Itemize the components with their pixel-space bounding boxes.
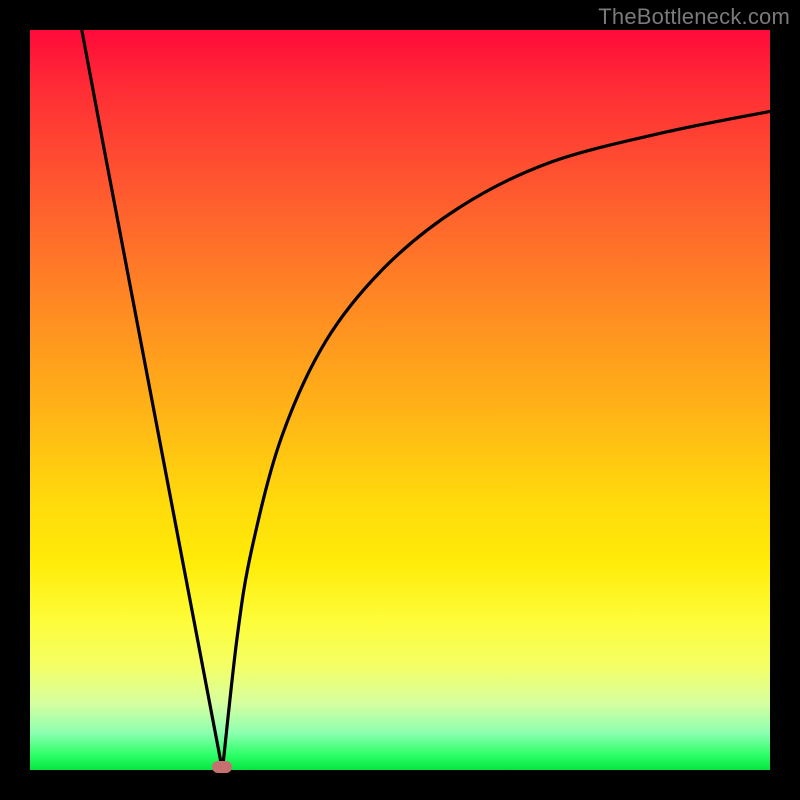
chart-frame: TheBottleneck.com	[0, 0, 800, 800]
curve-left-branch	[82, 30, 223, 770]
bottleneck-curve	[30, 30, 770, 770]
minimum-marker	[212, 761, 232, 773]
plot-area	[30, 30, 770, 770]
curve-right-branch	[222, 111, 770, 770]
watermark-text: TheBottleneck.com	[598, 4, 790, 30]
